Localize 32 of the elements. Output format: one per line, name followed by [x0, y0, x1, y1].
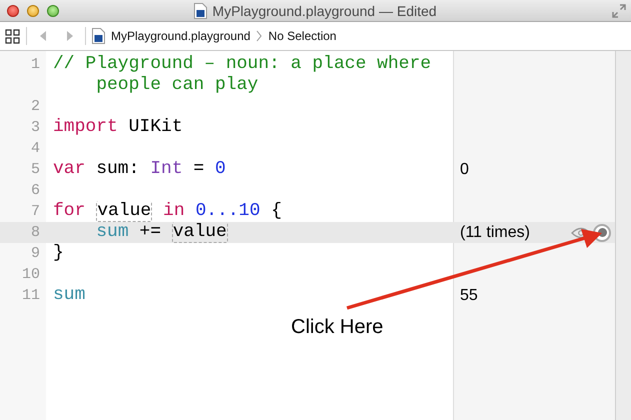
result-value: 0	[459, 160, 469, 180]
line-number: 5	[30, 160, 41, 180]
line-number: 1	[30, 55, 41, 75]
line-number: 10	[22, 265, 41, 285]
code-line: }	[53, 243, 65, 264]
grid-icon[interactable]	[5, 28, 20, 44]
chevron-icon	[256, 30, 262, 42]
result-value: (11 times)	[459, 223, 530, 243]
document-icon	[92, 28, 105, 44]
code-line: var sum: Int = 0	[53, 159, 226, 180]
line-number: 11	[22, 286, 41, 306]
breadcrumb-item[interactable]: MyPlayground.playground	[111, 29, 250, 43]
line-number: 8	[30, 223, 41, 243]
code-line: // Playground – noun: a place where people can play	[53, 54, 432, 96]
minimize-button[interactable]	[27, 4, 39, 16]
callout-label: Click Here	[291, 316, 384, 339]
line-number: 7	[30, 202, 41, 222]
line-number: 2	[30, 97, 41, 117]
line-number: 3	[30, 118, 41, 138]
result-value: 55	[459, 286, 478, 306]
close-button[interactable]	[7, 4, 19, 16]
code-line: sum += value	[95, 222, 228, 243]
zoom-button[interactable]	[47, 4, 59, 16]
fullscreen-icon[interactable]	[612, 4, 626, 18]
code-line: sum	[53, 285, 86, 306]
document-icon	[194, 2, 208, 18]
window-title: MyPlayground.playground — Edited	[212, 2, 437, 18]
code-line: import UIKit	[53, 117, 183, 138]
line-number: 6	[30, 181, 41, 201]
breadcrumb-item[interactable]: No Selection	[268, 29, 336, 43]
line-number: 4	[30, 139, 41, 159]
line-number: 9	[30, 244, 41, 264]
